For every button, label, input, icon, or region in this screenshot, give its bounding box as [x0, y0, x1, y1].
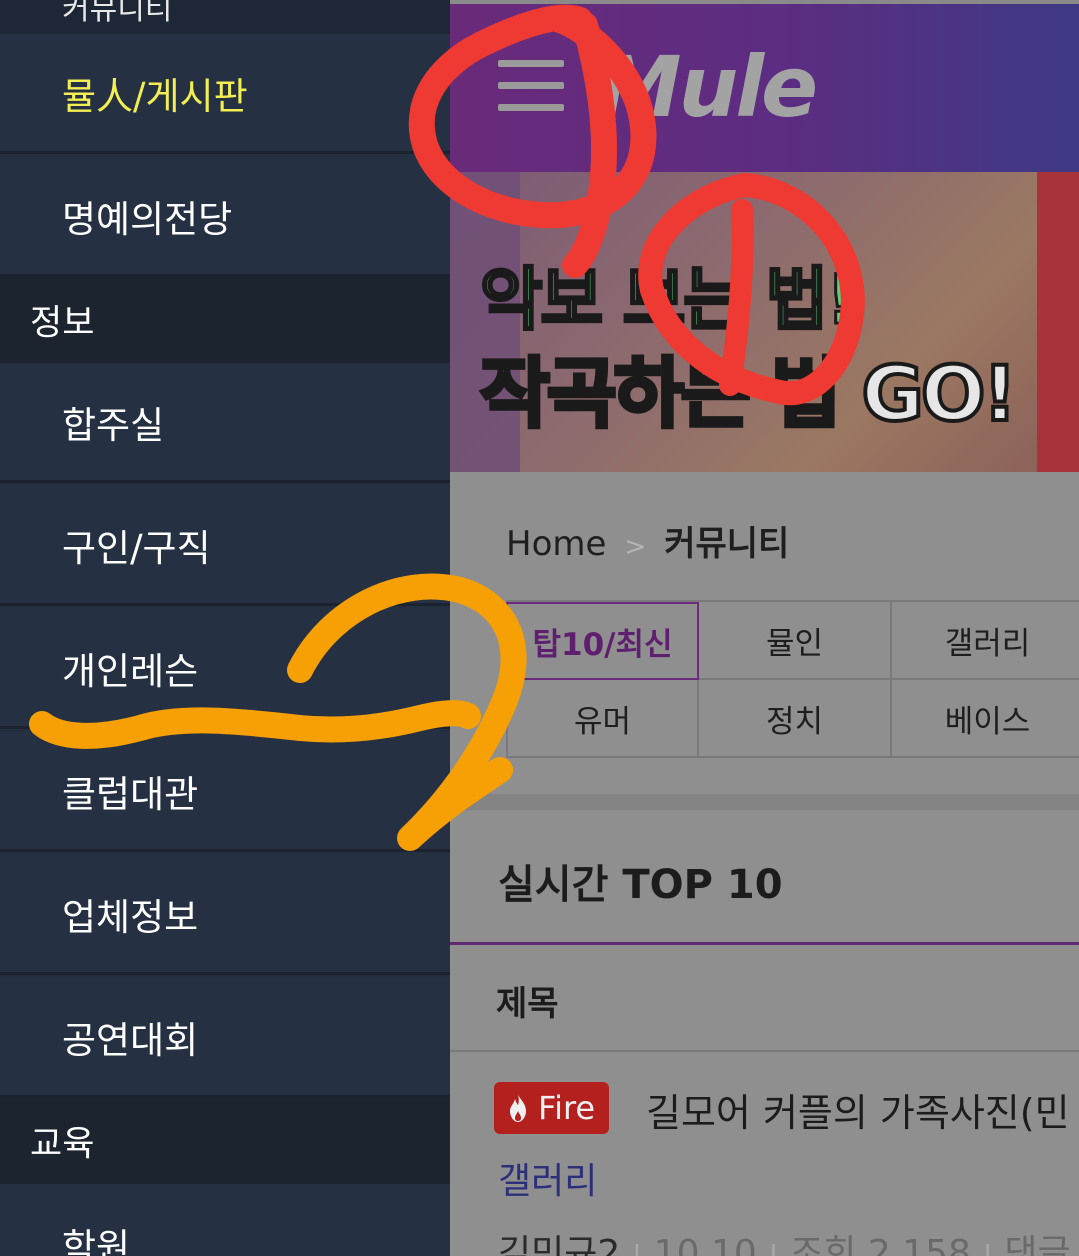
- sidebar-item-academy[interactable]: 학원: [0, 1184, 450, 1256]
- sidebar-item-private-lessons[interactable]: 개인레슨: [0, 609, 450, 729]
- badge-label: Fire: [538, 1089, 596, 1127]
- sidebar-item-business-info[interactable]: 업체정보: [0, 855, 450, 975]
- tab-gallery[interactable]: 갤러리: [892, 602, 1079, 680]
- tab-top10-latest[interactable]: 탑10/최신: [506, 602, 699, 680]
- post-title[interactable]: 길모어 커플의 가족사진(민: [646, 1082, 1070, 1137]
- sidebar-item-label: 학원: [62, 1226, 131, 1256]
- banner-subheadline: 작곡하는 법 GO!: [478, 347, 1019, 440]
- sidebar-item-label: 명예의전당: [62, 197, 233, 241]
- meta-separator: |: [982, 1239, 993, 1256]
- banner-art: [1037, 172, 1079, 472]
- board-tabs: 탑10/최신 뮬인 갤러리 유머 정치 베이스: [506, 600, 1079, 760]
- post-category[interactable]: 갤러리: [498, 1152, 597, 1204]
- section-divider: [450, 942, 1079, 945]
- section-divider: [450, 794, 1079, 810]
- sidebar-section-education: 교육: [0, 1098, 450, 1184]
- sidebar-section-label: 커뮤니티: [62, 0, 173, 27]
- mule-logo[interactable]: Mule: [598, 38, 818, 136]
- sidebar-item-jobs[interactable]: 구인/구직: [0, 486, 450, 606]
- realtime-top10-title: 실시간 TOP 10: [498, 862, 783, 908]
- sidebar-section-label: 교육: [30, 1124, 95, 1165]
- banner-headline: 악보 보는 법!: [478, 260, 858, 342]
- title-column-header: 제목: [496, 984, 559, 1024]
- breadcrumb-home[interactable]: Home: [506, 524, 606, 564]
- app-header: Mule: [450, 4, 1079, 172]
- chevron-right-icon: >: [624, 532, 647, 562]
- post-views: 조회 2,158: [790, 1233, 971, 1256]
- sidebar-item-rehearsal-room[interactable]: 합주실: [0, 363, 450, 483]
- post-meta: 김민규2 | 10.10 | 조회 2,158 | 댓글: [498, 1224, 1071, 1256]
- breadcrumb: Home > 커뮤니티: [506, 516, 789, 565]
- row-divider: [450, 1050, 1079, 1052]
- sidebar-item-contests[interactable]: 공연대회: [0, 978, 450, 1098]
- tab-bass[interactable]: 베이스: [892, 680, 1079, 758]
- tab-politics[interactable]: 정치: [699, 680, 892, 758]
- side-navigation-drawer: 커뮤니티 뮬人/게시판 명예의전당 정보 합주실 구인/구직 개인레슨 클럽대관…: [0, 0, 450, 1256]
- sidebar-item-label: 뮬人/게시판: [62, 74, 248, 118]
- meta-separator: |: [768, 1239, 779, 1256]
- tab-humor[interactable]: 유머: [506, 680, 699, 758]
- sidebar-item-label: 합주실: [62, 403, 165, 447]
- tab-mulin[interactable]: 뮬인: [699, 602, 892, 680]
- breadcrumb-current: 커뮤니티: [664, 524, 790, 564]
- promo-banner[interactable]: 악보 보는 법! 작곡하는 법 GO!: [450, 172, 1079, 472]
- meta-separator: |: [632, 1239, 642, 1256]
- sidebar-item-hall-of-fame[interactable]: 명예의전당: [0, 157, 450, 277]
- post-date: 10.10: [653, 1233, 757, 1256]
- sidebar-item-label: 공연대회: [62, 1018, 199, 1062]
- flame-icon: [510, 1094, 526, 1122]
- sidebar-section-info: 정보: [0, 277, 450, 363]
- sidebar-item-label: 업체정보: [62, 895, 199, 939]
- post-author: 김민규2: [498, 1233, 621, 1256]
- community-content: Home > 커뮤니티 탑10/최신 뮬인 갤러리 유머 정치 베이스 실시간 TO…: [450, 472, 1079, 1256]
- sidebar-section-community: 커뮤니티: [0, 0, 450, 34]
- sidebar-section-label: 정보: [30, 303, 95, 344]
- sidebar-item-board[interactable]: 뮬人/게시판: [0, 34, 450, 154]
- sidebar-item-label: 구인/구직: [62, 526, 211, 570]
- sidebar-item-label: 클럽대관: [62, 772, 199, 816]
- hamburger-icon[interactable]: [498, 60, 564, 112]
- sidebar-item-club-rental[interactable]: 클럽대관: [0, 732, 450, 852]
- sidebar-item-label: 개인레슨: [62, 649, 199, 693]
- fire-badge: Fire: [494, 1082, 610, 1134]
- post-comments: 댓글: [1004, 1233, 1071, 1256]
- main-page-overlay[interactable]: Mule 악보 보는 법! 작곡하는 법 GO! Home > 커뮤니티 탑10/최…: [450, 0, 1079, 1256]
